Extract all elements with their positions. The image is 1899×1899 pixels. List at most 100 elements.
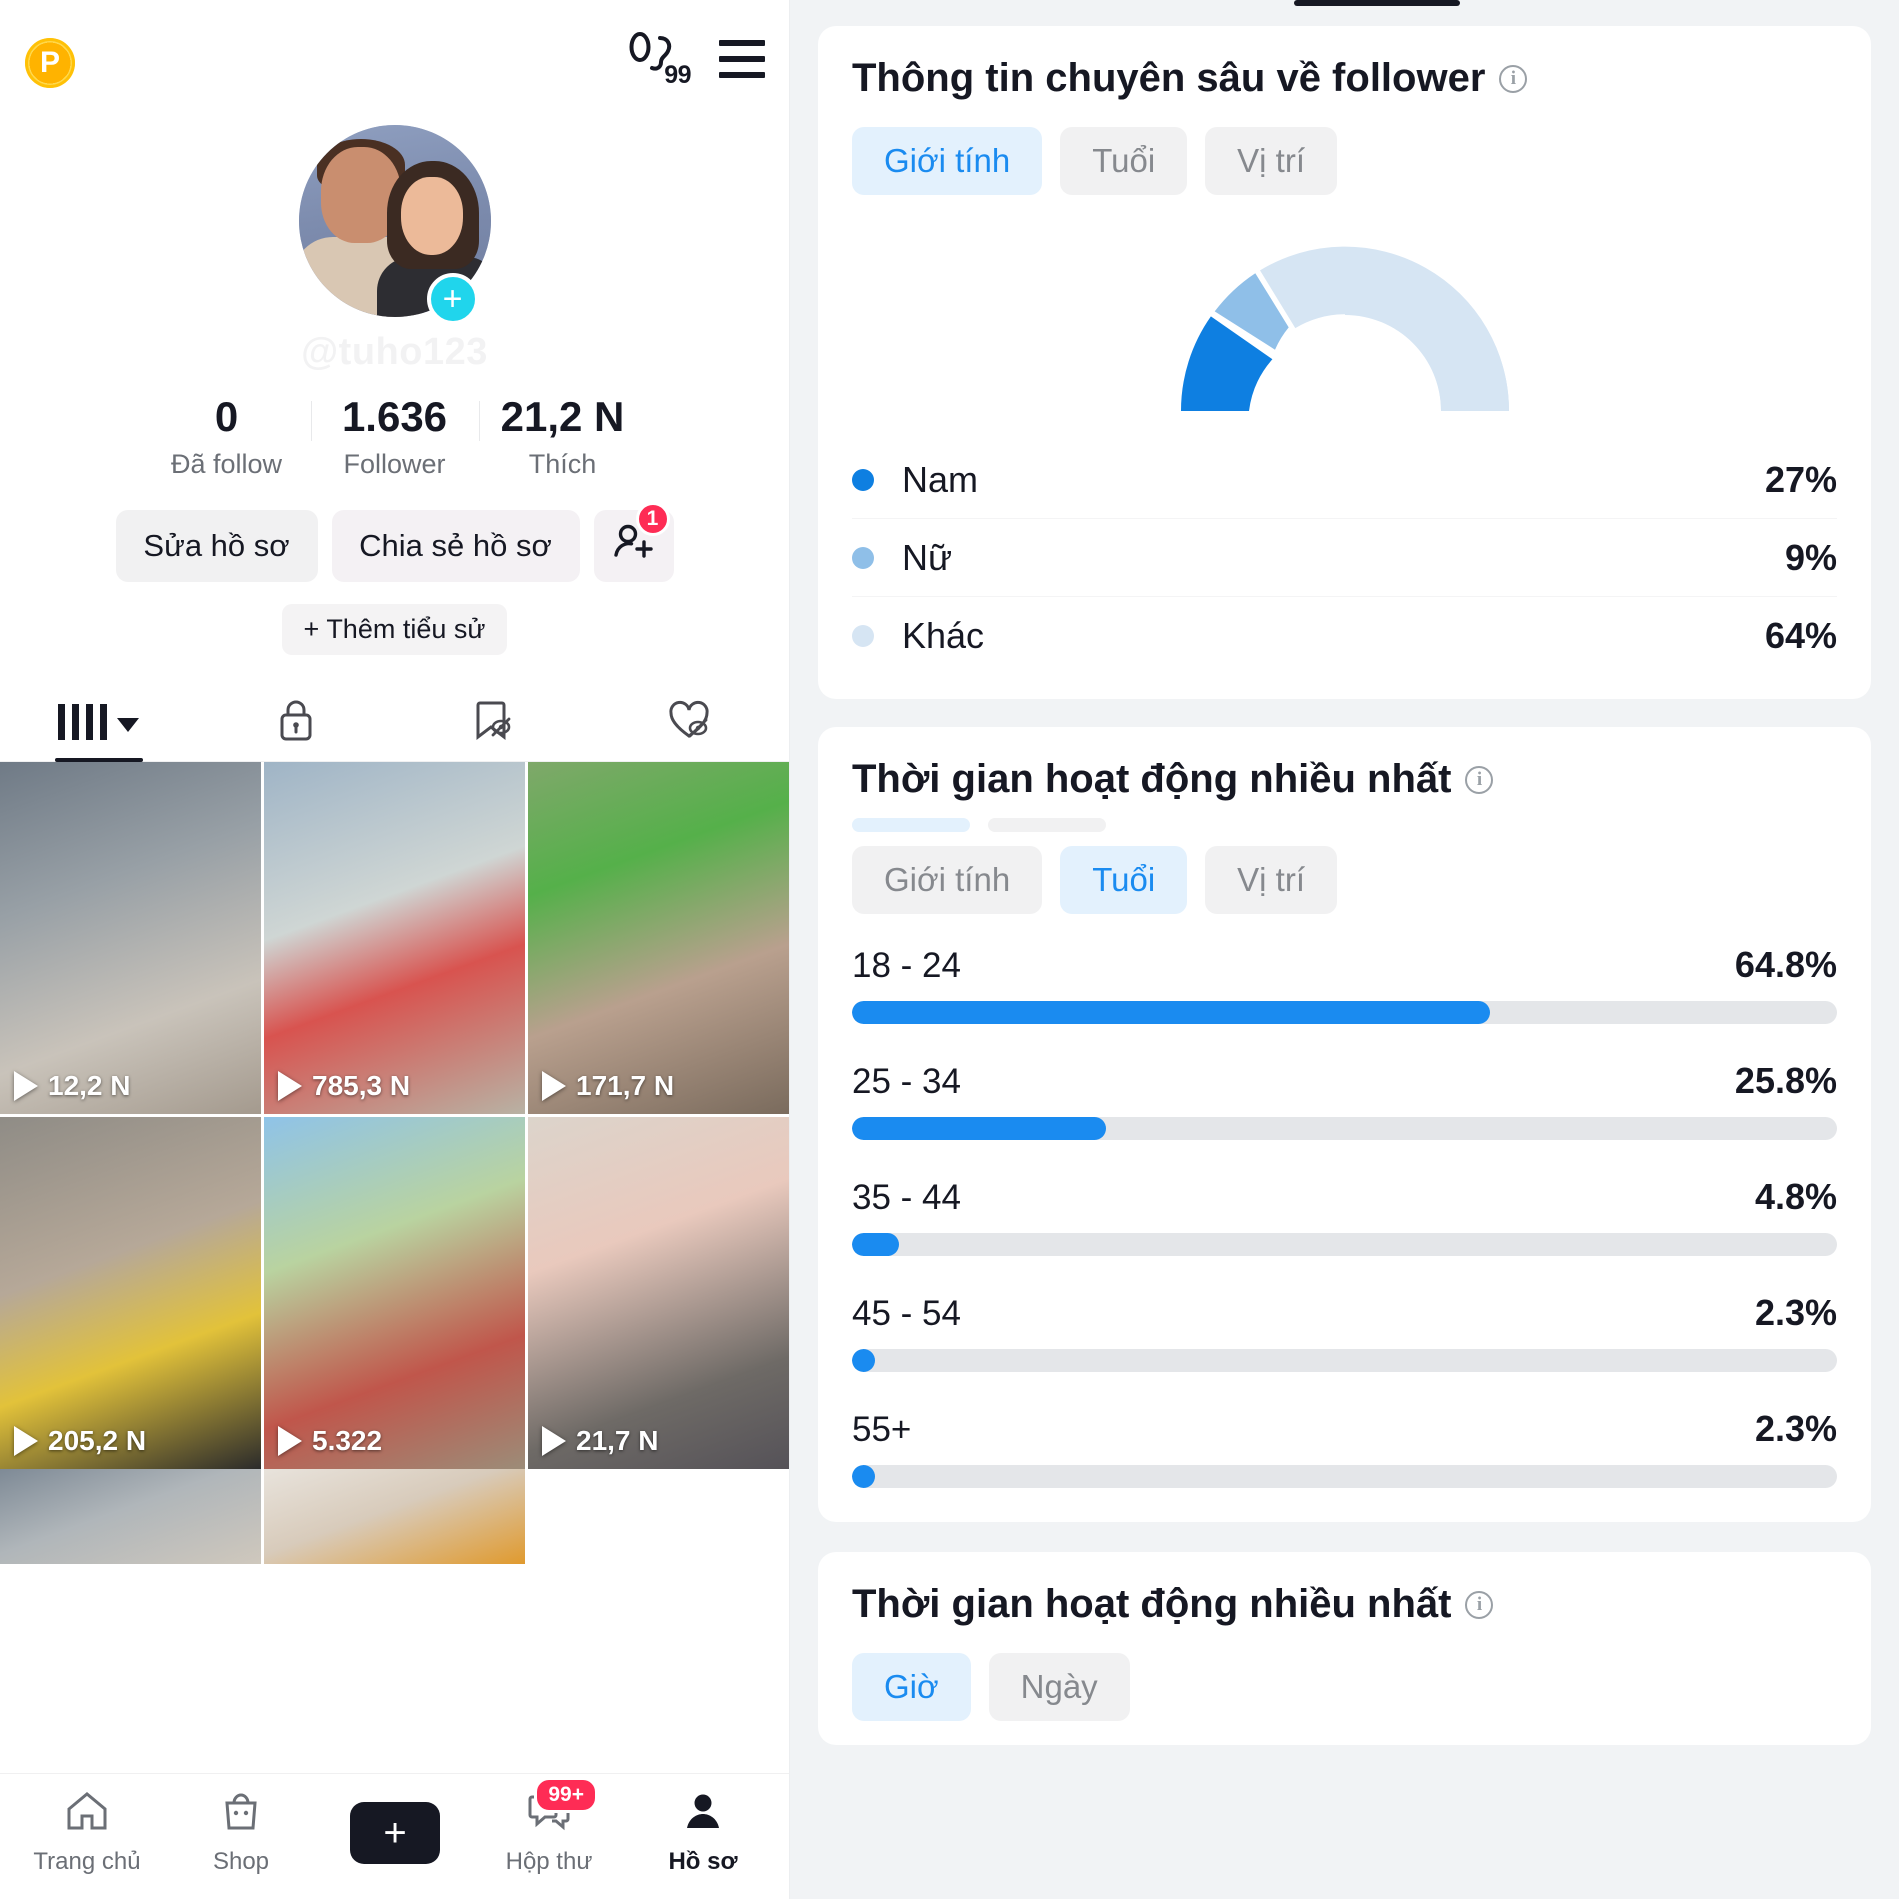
tab-private[interactable]: [197, 683, 394, 761]
video-cell[interactable]: 785,3 N: [264, 762, 525, 1115]
stat-following[interactable]: 0 Đã follow: [143, 393, 311, 480]
play-icon: [14, 1426, 38, 1457]
avatar-zone: + @tuho123: [0, 125, 789, 385]
bar-fill: [852, 1001, 1491, 1024]
create-plus-icon[interactable]: +: [342, 1801, 448, 1864]
footprint-icon[interactable]: 99: [627, 30, 691, 89]
nav-item-shop[interactable]: Shop: [166, 1789, 316, 1876]
grid-icon: [58, 704, 140, 741]
bar-fill: [852, 1349, 875, 1372]
segment-tuoi[interactable]: Tuổi: [1060, 127, 1188, 195]
card-title: Thời gian hoạt động nhiều nhất i: [852, 757, 1837, 802]
age-segment-control: Giới tính Tuổi Vị trí: [852, 846, 1837, 914]
sheet-drag-handle[interactable]: [1294, 0, 1460, 6]
segment-gioi-tinh[interactable]: Giới tính: [852, 846, 1043, 914]
most-active-time-card: Thời gian hoạt động nhiều nhất i Giờ Ngà…: [818, 1552, 1871, 1745]
hamburger-menu-icon[interactable]: [719, 40, 765, 78]
share-profile-button[interactable]: Chia sẻ hồ sơ: [331, 510, 580, 583]
gender-gauge-wrap: [852, 241, 1837, 413]
profile-handle: @tuho123: [301, 331, 488, 373]
video-cell[interactable]: [0, 1469, 261, 1565]
bar-value: 4.8%: [1754, 1176, 1837, 1217]
bar-item: 25 - 34 25.8%: [852, 1060, 1837, 1140]
segment-peek-inactive: [988, 818, 1106, 832]
video-view-count: 21,7 N: [576, 1425, 659, 1457]
bar-label: 55+: [852, 1410, 912, 1449]
info-icon[interactable]: i: [1499, 64, 1528, 93]
nav-label: Hồ sơ: [668, 1848, 738, 1875]
bar-label: 18 - 24: [852, 946, 961, 985]
profile-action-row: Sửa hồ sơ Chia sẻ hồ sơ 1: [0, 502, 789, 583]
card-title-text: Thời gian hoạt động nhiều nhất: [852, 1582, 1452, 1626]
profile-tabs: [0, 683, 789, 763]
segment-tuoi[interactable]: Tuổi: [1060, 846, 1188, 914]
segment-peek-active: [852, 818, 970, 832]
edit-profile-button[interactable]: Sửa hồ sơ: [115, 510, 318, 583]
legend-row: Nữ 9%: [852, 519, 1837, 597]
pro-badge-icon[interactable]: P: [25, 38, 75, 88]
bar-label: 45 - 54: [852, 1294, 961, 1333]
legend-dot-khac: [852, 625, 874, 647]
legend-value: 27%: [1764, 458, 1837, 500]
play-icon: [542, 1071, 566, 1102]
legend-row: Nam 27%: [852, 441, 1837, 519]
video-view-count: 171,7 N: [576, 1070, 675, 1102]
stat-value: 0: [214, 393, 239, 440]
bottom-navigation: Trang chủ Shop + 99+ Hộp thư Hồ sơ: [0, 1773, 789, 1899]
nav-label: Hộp thư: [505, 1848, 593, 1875]
legend-label: Nam: [902, 458, 979, 500]
avatar-add-icon[interactable]: +: [426, 273, 479, 325]
card-title-text: Thời gian hoạt động nhiều nhất: [852, 757, 1452, 801]
legend-label: Nữ: [902, 536, 953, 578]
segment-ngay[interactable]: Ngày: [988, 1653, 1130, 1721]
info-icon[interactable]: i: [1465, 765, 1494, 794]
gender-legend: Nam 27% Nữ 9% Khác 64%: [852, 441, 1837, 675]
tab-videos[interactable]: [0, 683, 197, 761]
bar-track: [852, 1233, 1837, 1256]
inbox-badge: 99+: [534, 1777, 598, 1813]
video-views: 12,2 N: [14, 1070, 131, 1102]
video-cell[interactable]: 171,7 N: [528, 762, 789, 1115]
nav-item-inbox[interactable]: 99+ Hộp thư: [474, 1777, 624, 1876]
bar-value: 2.3%: [1754, 1408, 1837, 1449]
video-cell[interactable]: 12,2 N: [0, 762, 261, 1115]
topbar-actions: 99: [627, 30, 765, 89]
bar-track: [852, 1349, 1837, 1372]
segment-vi-tri[interactable]: Vị trí: [1205, 846, 1338, 914]
segment-vi-tri[interactable]: Vị trí: [1205, 127, 1338, 195]
nav-item-home[interactable]: Trang chủ: [12, 1789, 162, 1876]
stat-likes[interactable]: 21,2 N Thích: [478, 393, 647, 480]
add-bio-row: + Thêm tiểu sử: [0, 604, 789, 656]
stat-followers[interactable]: 1.636 Follower: [310, 393, 479, 480]
legend-value: 9%: [1784, 536, 1837, 578]
bar-item: 55+ 2.3%: [852, 1408, 1837, 1488]
footprint-count: 99: [664, 61, 691, 89]
age-bar-chart: 18 - 24 64.8% 25 - 34 25.8% 35 - 44 4.8%…: [852, 944, 1837, 1488]
add-friend-button[interactable]: 1: [593, 502, 674, 583]
follower-insights-card: Thông tin chuyên sâu về follower i Giới …: [818, 26, 1871, 699]
video-view-count: 5.322: [312, 1425, 383, 1457]
video-cell[interactable]: 5.322: [264, 1117, 525, 1470]
legend-dot-nam: [852, 468, 874, 491]
add-bio-button[interactable]: + Thêm tiểu sử: [281, 604, 508, 656]
profile-topbar: P 99: [0, 0, 789, 125]
video-cell[interactable]: [528, 1469, 789, 1565]
bar-item: 35 - 44 4.8%: [852, 1176, 1837, 1256]
video-cell[interactable]: 205,2 N: [0, 1117, 261, 1470]
nav-item-create[interactable]: +: [320, 1801, 470, 1864]
nav-item-profile[interactable]: Hồ sơ: [628, 1789, 778, 1876]
info-icon[interactable]: i: [1465, 1590, 1494, 1619]
video-view-count: 205,2 N: [48, 1425, 147, 1457]
video-cell[interactable]: [264, 1469, 525, 1565]
segment-gio[interactable]: Giờ: [852, 1653, 971, 1721]
video-cell[interactable]: 21,7 N: [528, 1117, 789, 1470]
bar-label: 35 - 44: [852, 1178, 961, 1217]
bar-fill: [852, 1233, 900, 1256]
tab-liked[interactable]: [592, 683, 789, 761]
lock-icon: [277, 698, 315, 747]
legend-value: 64%: [1764, 615, 1837, 656]
add-friend-badge: 1: [635, 502, 670, 537]
segment-gioi-tinh[interactable]: Giới tính: [852, 127, 1043, 195]
tab-saved[interactable]: [395, 683, 592, 761]
video-view-count: 785,3 N: [312, 1070, 411, 1102]
